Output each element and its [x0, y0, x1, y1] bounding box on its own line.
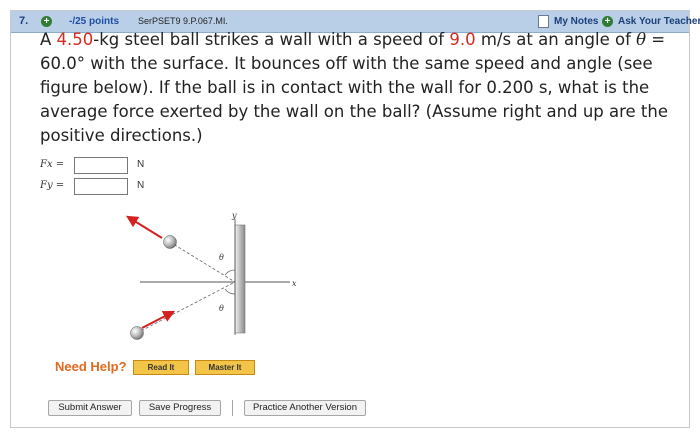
problem-code: SerPSET9 9.P.067.MI. [138, 16, 228, 26]
need-help-label: Need Help? [55, 359, 127, 374]
expand-points-icon[interactable]: + [41, 16, 52, 27]
theta-symbol: θ [636, 30, 647, 49]
angle-arc-bottom [224, 288, 236, 295]
velocity-arrow-out [125, 215, 163, 239]
fx-input[interactable] [74, 157, 128, 174]
master-it-button[interactable]: Master It [195, 360, 255, 375]
fx-unit: N [137, 159, 145, 170]
ball-wall-figure: x y θ θ [125, 211, 297, 340]
mass-value: 4.50 [56, 30, 94, 49]
ball-incoming [130, 326, 144, 340]
incoming-path [169, 241, 236, 283]
y-axis-label: y [231, 211, 237, 220]
submit-answer-button[interactable]: Submit Answer [48, 400, 132, 416]
velocity-arrow-in [141, 310, 176, 329]
save-progress-button[interactable]: Save Progress [139, 400, 221, 416]
theta-bottom-label: θ [219, 304, 224, 313]
read-it-button[interactable]: Read It [133, 360, 189, 375]
footer-divider [232, 400, 233, 416]
fy-unit: N [137, 180, 145, 191]
question-number: 7. [19, 15, 29, 27]
ball-outgoing [163, 235, 177, 249]
my-notes-link[interactable]: My Notes [554, 16, 598, 27]
theta-top-label: θ [219, 253, 224, 262]
speed-value: 9.0 [449, 30, 476, 49]
practice-another-version-button[interactable]: Practice Another Version [244, 400, 366, 416]
wall [234, 224, 246, 334]
x-axis-label: x [292, 279, 297, 288]
ask-teacher-plus-icon[interactable]: + [602, 16, 613, 27]
question-text: A 4.50-kg steel ball strikes a wall with… [40, 30, 669, 145]
ask-teacher-link[interactable]: Ask Your Teacher [618, 16, 700, 27]
fx-label: Fx = [40, 159, 65, 170]
notes-icon[interactable] [538, 15, 549, 28]
fy-label: Fy = [40, 180, 65, 191]
fy-input[interactable] [74, 178, 128, 195]
angle-arc-top [224, 269, 236, 276]
points-label: -/25 points [69, 16, 120, 27]
